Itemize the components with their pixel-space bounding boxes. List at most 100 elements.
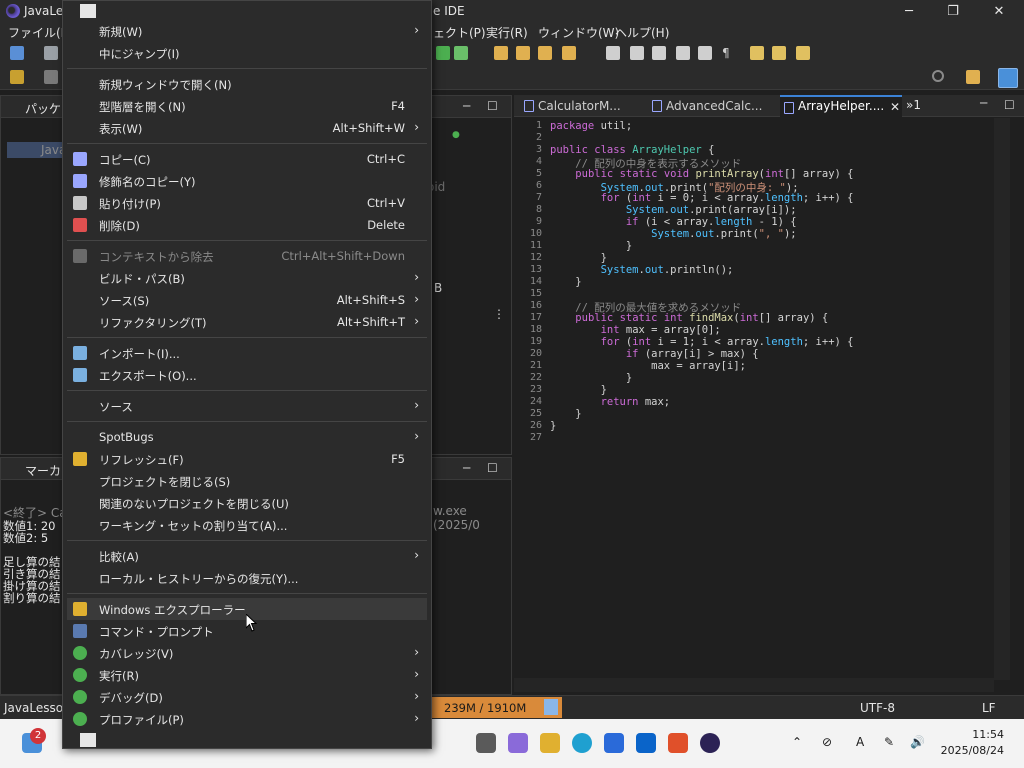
context-menu-item[interactable]: プロファイル(P) › xyxy=(67,708,427,730)
menu-window[interactable]: ウィンドウ(W) xyxy=(538,24,619,41)
menu-run[interactable]: 実行(R) xyxy=(486,24,528,41)
context-menu-item[interactable]: 関連のないプロジェクトを閉じる(U) xyxy=(67,492,427,514)
open-type-icon[interactable] xyxy=(494,46,508,60)
minimize-button[interactable]: ─ xyxy=(886,0,932,22)
maximize-console-icon[interactable]: ☐ xyxy=(487,461,498,475)
code-line[interactable]: } xyxy=(550,276,581,288)
tab-array-helper[interactable]: ArrayHelper.... ✕ xyxy=(780,95,902,117)
code-line[interactable]: public class ArrayHelper { xyxy=(550,144,714,156)
code-editor[interactable]: 1 2 3 4 5 6 7 8 9 10 11 12 13 14 15 16 17 18 19 20 21 22 23 24 2… xyxy=(514,118,994,680)
context-menu-item[interactable]: エクスポート(O)... xyxy=(67,364,427,386)
menu-scroll-down-icon[interactable] xyxy=(80,733,96,747)
code-line[interactable]: for (int i = 0; i < array.length; i++) { xyxy=(550,192,854,204)
context-menu-item[interactable]: コピー(C) Ctrl+C xyxy=(67,148,427,170)
java-perspective-icon[interactable] xyxy=(998,68,1018,88)
volume-icon[interactable]: 🔊 xyxy=(910,735,925,749)
context-menu-item[interactable]: デバッグ(D) › xyxy=(67,686,427,708)
save-icon[interactable] xyxy=(44,46,58,60)
ime-icon[interactable]: A xyxy=(856,735,864,749)
menu-scroll-up-icon[interactable] xyxy=(80,4,96,18)
brave-icon[interactable] xyxy=(668,733,688,753)
taskbar-clock[interactable]: 11:54 2025/08/24 xyxy=(941,727,1004,759)
context-menu-item[interactable]: 中にジャンプ(I) xyxy=(67,42,427,64)
context-menu-item[interactable]: 削除(D) Delete xyxy=(67,214,427,236)
code-line[interactable]: public static int findMax(int[] array) { xyxy=(550,312,828,324)
code-line[interactable]: return max; xyxy=(550,396,671,408)
open-resource-icon[interactable] xyxy=(516,46,530,60)
toolbar-icon[interactable] xyxy=(44,70,58,84)
code-line[interactable]: if (array[i] > max) { xyxy=(550,348,759,360)
new-icon[interactable] xyxy=(10,46,24,60)
context-menu-item[interactable]: 修飾名のコピー(Y) xyxy=(67,170,427,192)
edge-icon[interactable] xyxy=(572,733,592,753)
context-menu-item[interactable]: 比較(A) › xyxy=(67,545,427,567)
maximize-button[interactable]: ❐ xyxy=(930,0,976,22)
project-node-selected[interactable]: Java xyxy=(7,142,66,158)
context-menu-item[interactable]: ソース(S) Alt+Shift+S › xyxy=(67,289,427,311)
view-menu-icon[interactable]: ⋮ xyxy=(493,307,505,321)
tab-calculator-main[interactable]: CalculatorM... xyxy=(520,95,640,117)
code-line[interactable]: if (i < array.length - 1) { xyxy=(550,216,797,228)
perspective-icon[interactable] xyxy=(10,70,24,84)
nav-icon[interactable] xyxy=(750,46,764,60)
folder-icon[interactable] xyxy=(538,46,552,60)
annotation-icon[interactable] xyxy=(652,46,666,60)
tab-overflow[interactable]: »1 xyxy=(906,98,921,112)
refresh-icon[interactable] xyxy=(454,46,468,60)
close-button[interactable]: ✕ xyxy=(976,0,1022,22)
brush-icon[interactable] xyxy=(562,46,576,60)
list-icon[interactable] xyxy=(698,46,712,60)
context-menu-item[interactable]: リファクタリング(T) Alt+Shift+T › xyxy=(67,311,427,333)
close-tab-icon[interactable]: ✕ xyxy=(890,100,900,114)
context-menu-item[interactable]: ワーキング・セットの割り当て(A)... xyxy=(67,514,427,536)
minimize-editor-icon[interactable]: ─ xyxy=(980,96,987,110)
minimize-console-icon[interactable]: ─ xyxy=(463,461,470,475)
eclipse-taskbar-icon[interactable] xyxy=(700,733,720,753)
outlook-icon[interactable] xyxy=(636,733,656,753)
code-line[interactable]: } xyxy=(550,408,581,420)
context-menu-item[interactable]: ビルド・パス(B) › xyxy=(67,267,427,289)
pilcrow-icon[interactable]: ¶ xyxy=(722,46,736,60)
code-line[interactable]: } xyxy=(550,252,607,264)
pen-icon[interactable] xyxy=(630,46,644,60)
context-menu-item[interactable]: 貼り付け(P) Ctrl+V xyxy=(67,192,427,214)
context-menu-item[interactable]: インポート(I)... xyxy=(67,342,427,364)
context-menu-item[interactable]: 新規(W) › xyxy=(67,20,427,42)
context-menu-item[interactable]: ソース › xyxy=(67,395,427,417)
code-line[interactable]: int max = array[0]; xyxy=(550,324,721,336)
store-icon[interactable] xyxy=(604,733,624,753)
editor-vertical-scrollbar[interactable] xyxy=(994,118,1010,680)
file-explorer-icon[interactable] xyxy=(540,733,560,753)
gc-icon[interactable] xyxy=(544,699,558,715)
code-line[interactable]: for (int i = 1; i < array.length; i++) { xyxy=(550,336,854,348)
context-menu-item[interactable]: カバレッジ(V) › xyxy=(67,642,427,664)
code-line[interactable]: System.out.print(array[i]); xyxy=(550,204,797,216)
context-menu-item[interactable]: 型階層を開く(N) F4 xyxy=(67,95,427,117)
run-icon[interactable] xyxy=(436,46,450,60)
tab-advanced-calc[interactable]: AdvancedCalc... xyxy=(648,95,772,117)
context-menu-item[interactable]: 実行(R) › xyxy=(67,664,427,686)
editor-horizontal-scrollbar[interactable] xyxy=(514,678,994,692)
heap-status[interactable]: 239M / 1910M xyxy=(432,697,562,718)
nav-next-icon[interactable] xyxy=(772,46,786,60)
search-toolbar-icon[interactable] xyxy=(606,46,620,60)
minimize-panel-icon[interactable]: ─ xyxy=(463,99,470,113)
maximize-editor-icon[interactable]: ☐ xyxy=(1004,98,1015,112)
code-line[interactable]: System.out.print(", "); xyxy=(550,228,796,240)
menu-project[interactable]: ェクト(P) xyxy=(433,24,486,41)
pen-tray-icon[interactable]: ✎ xyxy=(884,735,894,749)
code-line[interactable]: } xyxy=(550,384,607,396)
code-line[interactable]: } xyxy=(550,372,632,384)
menu-help[interactable]: ヘルプ(H) xyxy=(615,24,669,41)
search-icon[interactable] xyxy=(932,70,944,82)
code-line[interactable]: public static void printArray(int[] arra… xyxy=(550,168,853,180)
context-menu-item[interactable]: ローカル・ヒストリーからの復元(Y)... xyxy=(67,567,427,589)
context-menu-item[interactable]: 新規ウィンドウで開く(N) xyxy=(67,73,427,95)
task-view-icon[interactable] xyxy=(476,733,496,753)
network-off-icon[interactable]: ⊘ xyxy=(822,735,832,749)
block-icon[interactable] xyxy=(676,46,690,60)
code-line[interactable]: package util; xyxy=(550,120,632,132)
context-menu-item[interactable]: リフレッシュ(F) F5 xyxy=(67,448,427,470)
code-line[interactable]: System.out.println(); xyxy=(550,264,734,276)
context-menu-item[interactable]: SpotBugs › xyxy=(67,426,427,448)
